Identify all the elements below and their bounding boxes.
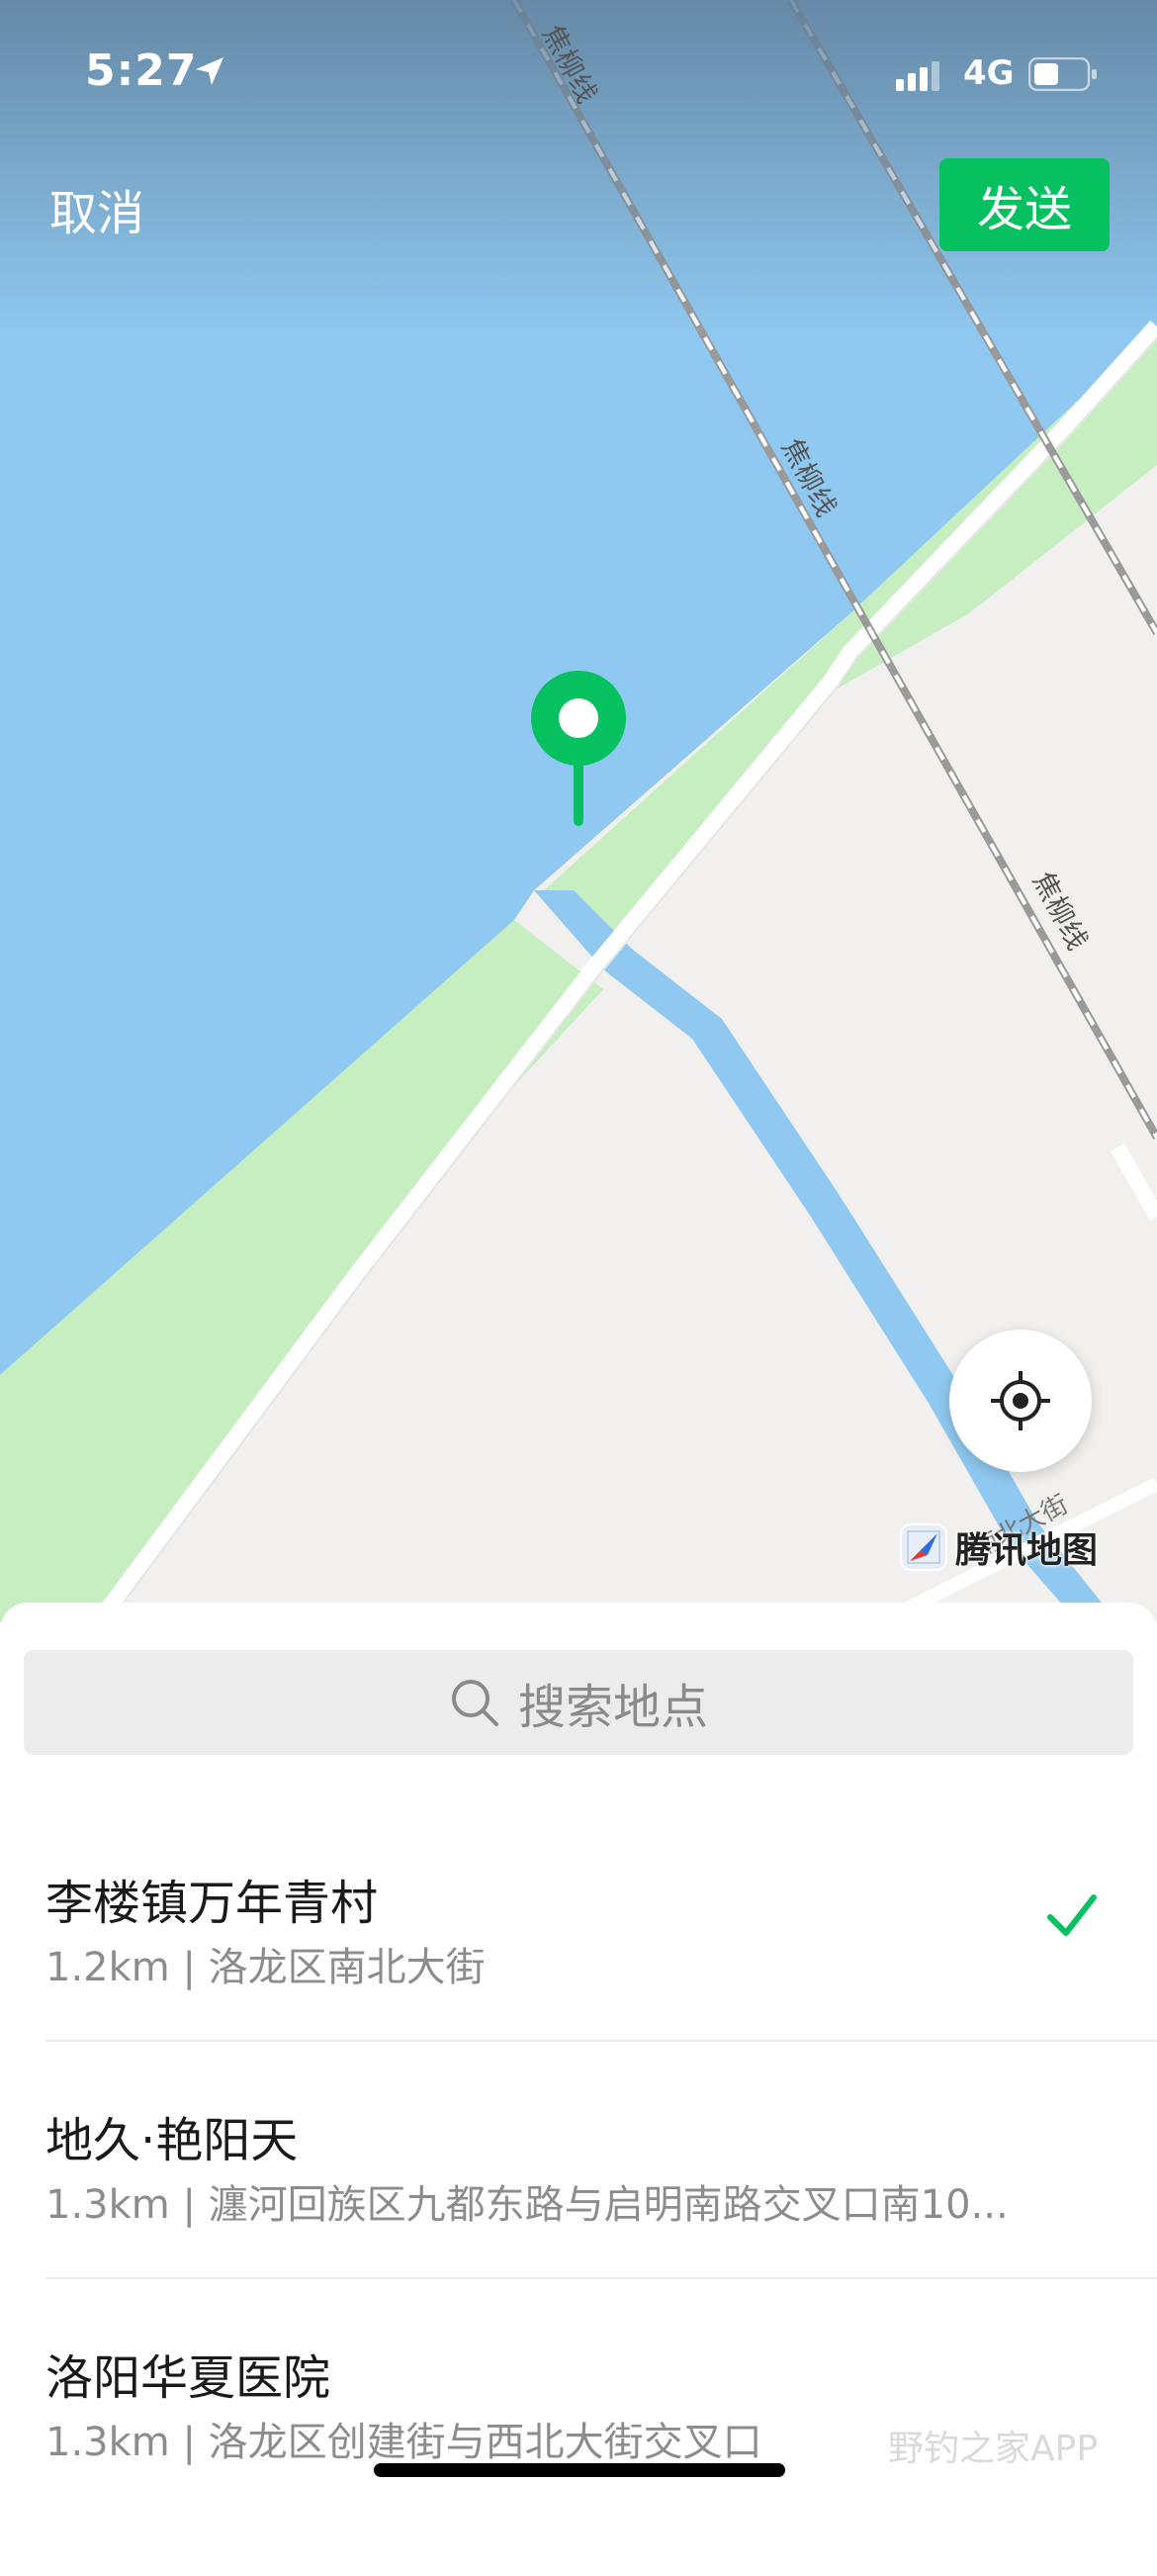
place-address: 1.3km | 瀍河回族区九都东路与启明南路交叉口南10... — [45, 2182, 1009, 2228]
cancel-button[interactable]: 取消 — [49, 174, 144, 243]
list-item[interactable]: 地久·艳阳天 1.3km | 瀍河回族区九都东路与启明南路交叉口南10... — [45, 2101, 1157, 2339]
status-time: 5:27 — [85, 46, 198, 96]
map-brand-label: 腾讯地图 — [955, 1530, 1099, 1571]
divider — [45, 2040, 1157, 2042]
search-placeholder: 搜索地点 — [517, 1680, 708, 1735]
send-button[interactable]: 发送 — [939, 158, 1110, 251]
location-bottom-sheet: 搜索地点 李楼镇万年青村 1.2km | 洛龙区南北大街 地久·艳阳天 1.3k… — [0, 1603, 1157, 2505]
signal-icon — [896, 61, 939, 91]
status-bar: 5:27 4G — [0, 0, 1157, 148]
search-icon — [451, 1680, 498, 1726]
location-arrow-icon — [196, 57, 223, 85]
battery-icon — [1028, 57, 1097, 91]
place-address: 1.3km | 洛龙区创建街与西北大街交叉口 — [45, 2420, 762, 2465]
home-indicator[interactable] — [374, 2463, 785, 2477]
recenter-location-button[interactable] — [949, 1330, 1092, 1472]
place-title: 李楼镇万年青村 — [45, 1876, 379, 1931]
divider — [45, 2277, 1157, 2279]
place-title: 洛阳华夏医院 — [45, 2350, 331, 2406]
tencent-map-logo-icon — [900, 1523, 947, 1571]
crosshair-icon — [991, 1371, 1050, 1430]
map-brand: 腾讯地图 — [900, 1521, 1098, 1573]
watermark: 野钓之家APP — [888, 2429, 1099, 2469]
network-type: 4G — [963, 53, 1015, 93]
place-address: 1.2km | 洛龙区南北大街 — [45, 1945, 486, 1990]
checkmark-icon — [1047, 1894, 1097, 1936]
search-input[interactable]: 搜索地点 — [24, 1650, 1133, 1755]
place-title: 地久·艳阳天 — [45, 2113, 299, 2168]
list-item[interactable]: 李楼镇万年青村 1.2km | 洛龙区南北大街 — [45, 1864, 1157, 2101]
